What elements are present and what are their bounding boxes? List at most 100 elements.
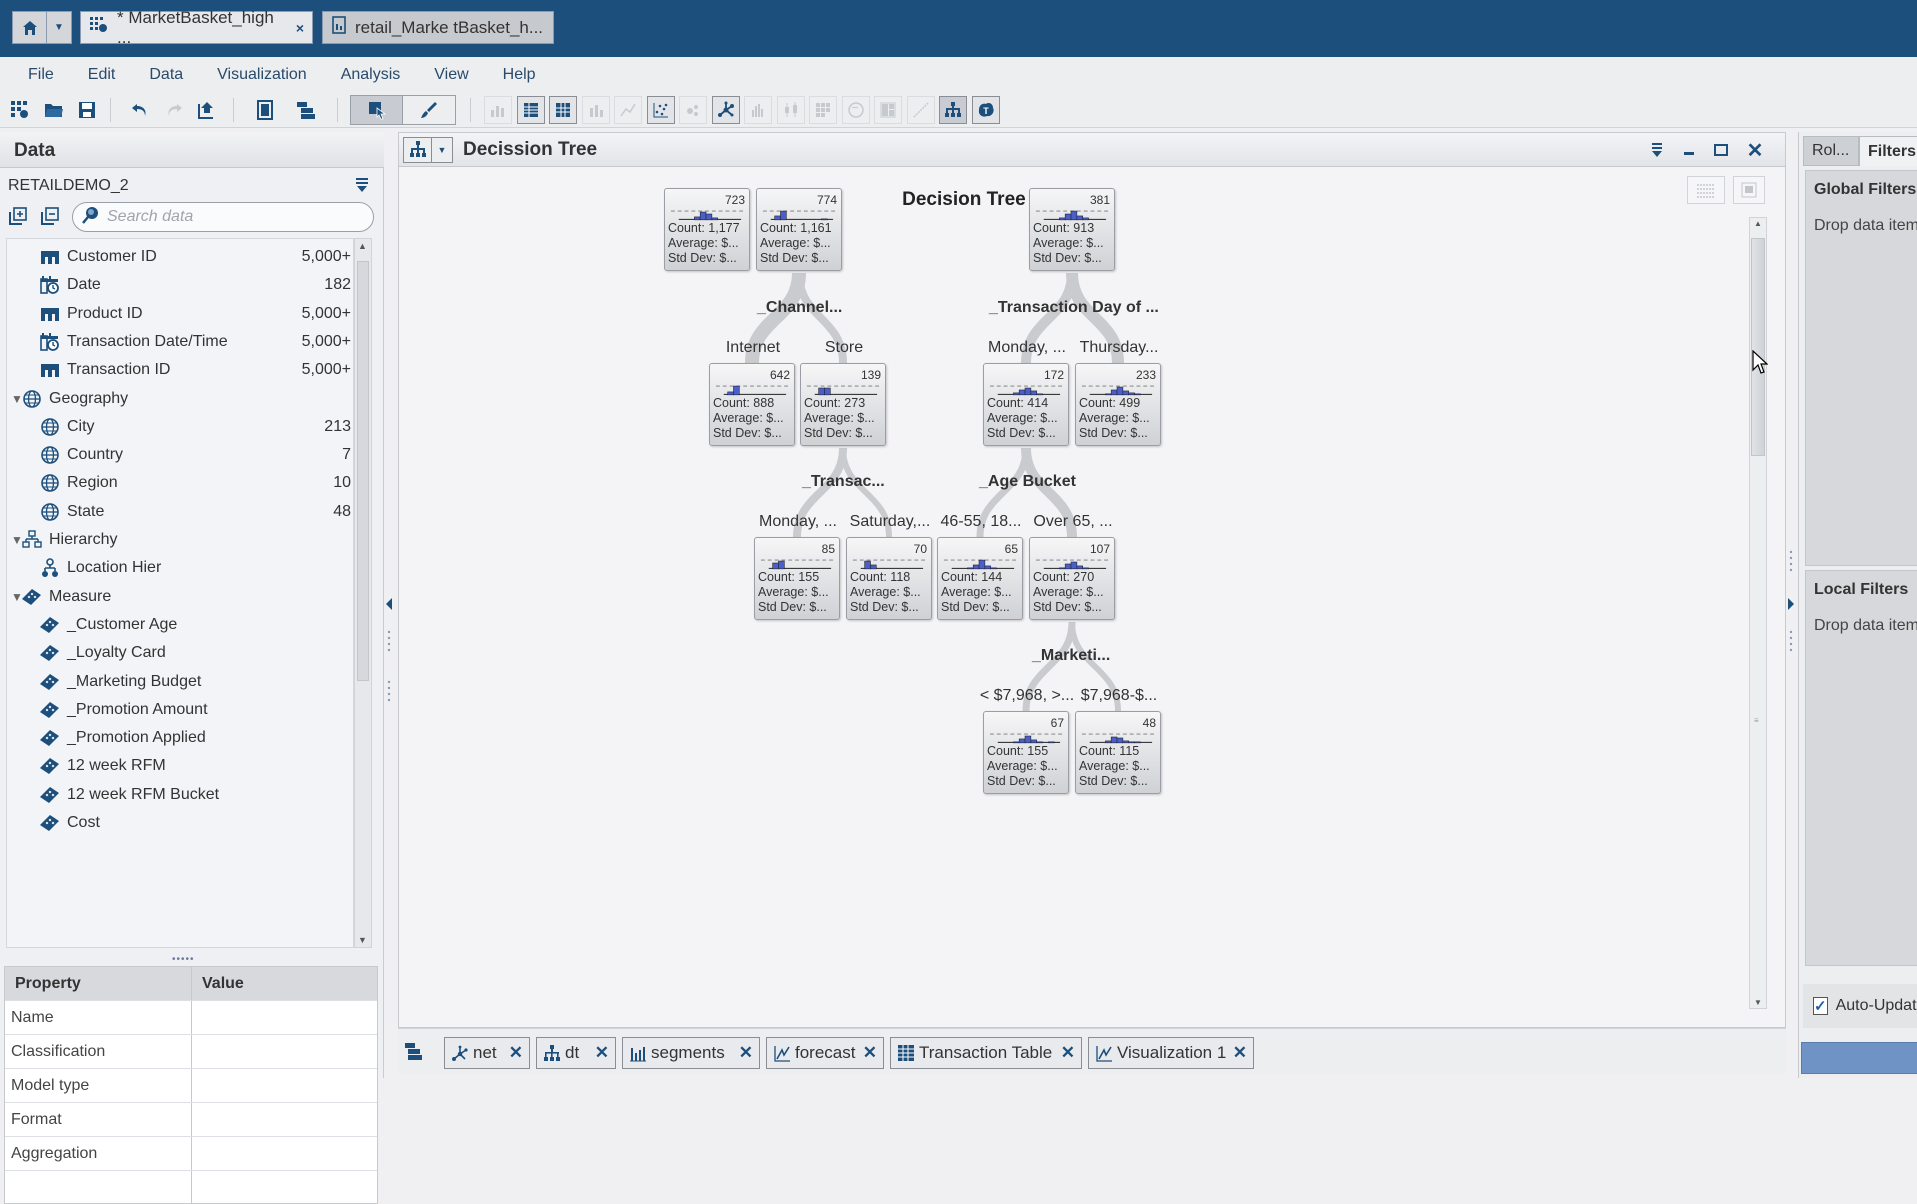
close-icon[interactable]: ✕	[863, 1043, 877, 1063]
apply-button[interactable]	[1801, 1042, 1917, 1074]
crosstab-icon[interactable]	[549, 96, 577, 124]
treemap-icon[interactable]	[874, 96, 902, 124]
bubble-plot-icon[interactable]	[679, 96, 707, 124]
correlation-matrix-icon[interactable]	[906, 96, 935, 124]
close-icon[interactable]: ✕	[595, 1043, 609, 1063]
data-item[interactable]: _Loyalty Card	[7, 639, 353, 667]
global-filters-area[interactable]: Global Filters Drop data item	[1805, 170, 1917, 566]
tab-roles[interactable]: Rol...	[1803, 136, 1859, 166]
tree-node[interactable]: 48 Count: 115 Average: $... Std Dev: $...	[1075, 711, 1161, 794]
scroll-up-icon[interactable]: ▲	[1754, 219, 1762, 228]
dataset-name[interactable]: RETAILDEMO_2	[8, 177, 129, 195]
scrollbar-thumb[interactable]	[357, 261, 369, 681]
tree-node[interactable]: 381 Count: 913 Average: $... Std Dev: $...	[1029, 188, 1115, 271]
viz-tab-transaction-table[interactable]: Transaction Table ✕	[890, 1037, 1082, 1069]
tree-node[interactable]: 70 Count: 118 Average: $... Std Dev: $...	[846, 537, 932, 620]
network-diagram-icon[interactable]	[711, 96, 740, 124]
data-item[interactable]: Date 182	[7, 271, 353, 299]
menu-help[interactable]: Help	[503, 66, 536, 84]
multi-section-icon[interactable]	[292, 96, 320, 124]
splitter-handle[interactable]: •••••	[172, 954, 195, 965]
data-item[interactable]: 12 week RFM Bucket	[7, 781, 353, 809]
scroll-up-icon[interactable]: ▲	[358, 241, 367, 251]
close-icon[interactable]: ✕	[509, 1043, 523, 1063]
data-tree-scrollbar[interactable]: ▲ ▼	[354, 238, 372, 948]
scroll-down-icon[interactable]: ▼	[1754, 998, 1762, 1007]
home-icon[interactable]	[13, 12, 47, 43]
right-panel-splitter[interactable]	[1786, 132, 1796, 1078]
tab-list-icon[interactable]	[404, 1041, 424, 1066]
viz-tab-segments[interactable]: segments ✕	[622, 1037, 760, 1069]
viz-tab-dt[interactable]: dt ✕	[536, 1037, 616, 1069]
tree-node[interactable]: 139 Count: 273 Average: $... Std Dev: $...	[800, 363, 886, 446]
word-cloud-icon[interactable]: T	[971, 96, 1000, 124]
auto-update-checkbox[interactable]: ✓	[1813, 997, 1828, 1015]
open-folder-icon[interactable]	[40, 96, 68, 124]
data-item[interactable]: _Promotion Applied	[7, 724, 353, 752]
menu-data[interactable]: Data	[149, 66, 183, 84]
bar-chart-icon[interactable]	[581, 96, 610, 124]
export-icon[interactable]	[193, 96, 221, 124]
property-value[interactable]	[192, 1137, 377, 1170]
single-section-icon[interactable]	[251, 96, 279, 124]
data-item[interactable]: State 48	[7, 498, 353, 526]
tree-node[interactable]: 723 Count: 1,177 Average: $... Std Dev: $..…	[664, 188, 750, 271]
data-item[interactable]: Region 10	[7, 469, 353, 497]
close-icon[interactable]: ✕	[739, 1043, 753, 1063]
viz-tab-net[interactable]: net ✕	[444, 1037, 530, 1069]
data-item[interactable]: _Marketing Budget	[7, 668, 353, 696]
property-value[interactable]	[192, 1035, 377, 1068]
table-icon[interactable]	[516, 96, 545, 124]
local-filters-area[interactable]: Local Filters Drop data item	[1805, 570, 1917, 966]
brush-mode-icon[interactable]	[403, 96, 455, 124]
property-value[interactable]	[192, 1069, 377, 1102]
scroll-down-icon[interactable]: ▼	[358, 935, 367, 945]
document-tab-active[interactable]: * MarketBasket_high ... ×	[80, 8, 313, 47]
menu-visualization[interactable]: Visualization	[217, 66, 307, 84]
home-dropdown-icon[interactable]: ▼	[47, 12, 71, 43]
menu-edit[interactable]: Edit	[88, 66, 116, 84]
menu-view[interactable]: View	[434, 66, 468, 84]
collapse-all-icon[interactable]	[40, 206, 60, 226]
tree-group[interactable]: ▼ Hierarchy	[7, 526, 353, 554]
save-icon[interactable]	[73, 96, 101, 124]
home-button[interactable]: ▼	[12, 11, 72, 44]
property-value[interactable]	[192, 1001, 377, 1034]
data-item[interactable]: Cost	[7, 809, 353, 837]
tree-node[interactable]: 65 Count: 144 Average: $... Std Dev: $...	[937, 537, 1023, 620]
close-icon[interactable]: ✕	[1745, 140, 1765, 162]
data-item[interactable]: _Customer Age	[7, 611, 353, 639]
visualization-scrollbar[interactable]: ▲ ≡ ▼	[1749, 217, 1767, 1009]
close-icon[interactable]: ×	[296, 20, 304, 36]
tree-node[interactable]: 172 Count: 414 Average: $... Std Dev: $...	[983, 363, 1069, 446]
select-mode-icon[interactable]	[351, 96, 403, 124]
data-item[interactable]: _Promotion Amount	[7, 696, 353, 724]
tree-node[interactable]: 85 Count: 155 Average: $... Std Dev: $...	[754, 537, 840, 620]
data-item[interactable]: Location Hier	[7, 554, 353, 582]
new-report-icon[interactable]	[6, 96, 34, 124]
scrollbar-thumb[interactable]	[1751, 238, 1765, 456]
data-item[interactable]: Transaction Date/Time 5,000+	[7, 328, 353, 356]
tree-group[interactable]: ▼ Measure	[7, 583, 353, 611]
property-value[interactable]	[192, 1171, 377, 1204]
menu-analysis[interactable]: Analysis	[341, 66, 401, 84]
scatter-plot-icon[interactable]	[646, 96, 675, 124]
tree-node[interactable]: 67 Count: 155 Average: $... Std Dev: $...	[983, 711, 1069, 794]
data-item[interactable]: Transaction ID 5,000+	[7, 356, 353, 384]
close-icon[interactable]: ✕	[1233, 1043, 1247, 1063]
document-tab[interactable]: retail_Marke tBasket_h...	[322, 11, 554, 44]
tab-filters[interactable]: Filters	[1859, 136, 1917, 166]
redo-icon[interactable]	[160, 96, 188, 124]
menu-file[interactable]: File	[28, 66, 54, 84]
histogram-icon[interactable]	[744, 96, 772, 124]
tree-node[interactable]: 233 Count: 499 Average: $... Std Dev: $...	[1075, 363, 1161, 446]
data-item[interactable]: Product ID 5,000+	[7, 300, 353, 328]
viz-tab-visualization-1[interactable]: Visualization 1 ✕	[1088, 1037, 1254, 1069]
decision-tree-icon[interactable]	[939, 96, 967, 124]
data-item[interactable]: Country 7	[7, 441, 353, 469]
expand-all-icon[interactable]	[8, 206, 28, 226]
property-value[interactable]	[192, 1103, 377, 1136]
close-icon[interactable]: ✕	[1061, 1043, 1075, 1063]
tree-group[interactable]: ▼ Geography	[7, 385, 353, 413]
data-item[interactable]: City 213	[7, 413, 353, 441]
